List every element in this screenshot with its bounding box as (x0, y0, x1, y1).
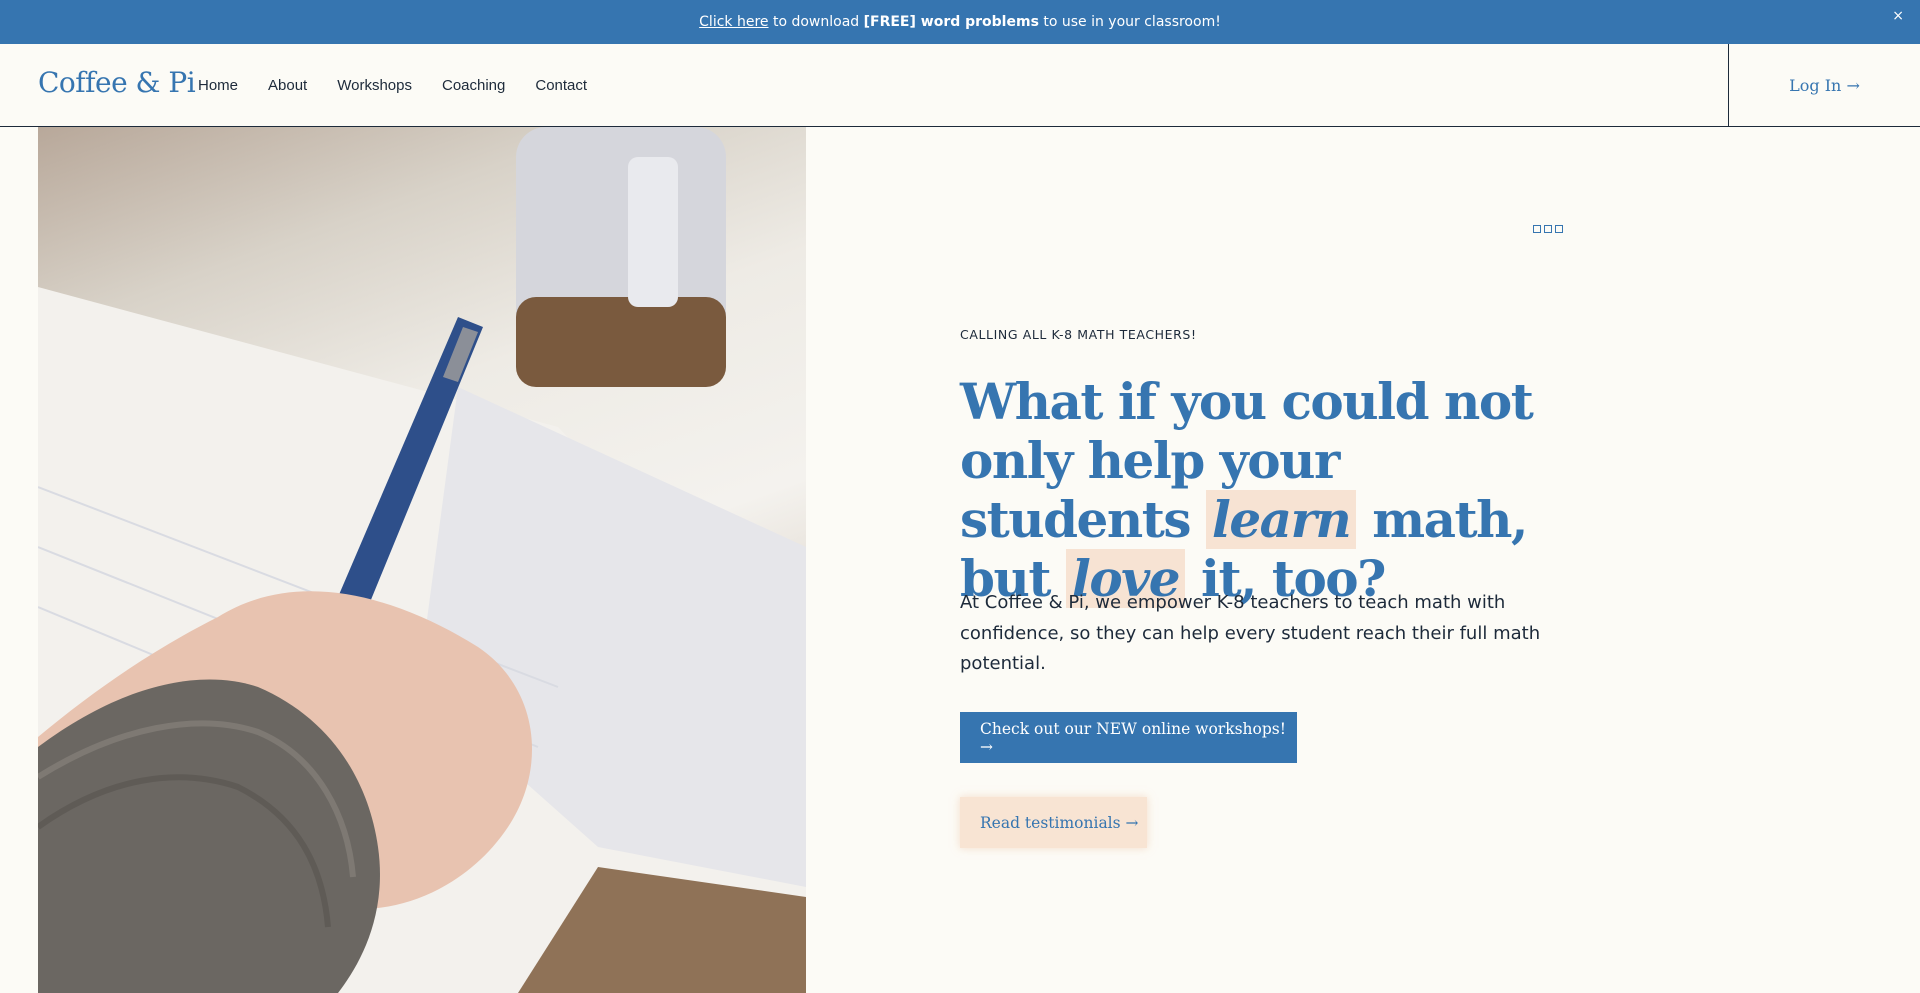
login-link[interactable]: Log In → (1789, 76, 1860, 95)
decorative-squares-icon (1533, 225, 1563, 233)
nav-item-home[interactable]: Home (198, 77, 238, 94)
site-logo[interactable]: Coffee & Pi (38, 66, 196, 99)
testimonials-button[interactable]: Read testimonials → (960, 797, 1147, 848)
announcement-text-after: to use in your classroom! (1038, 14, 1221, 30)
announcement-bold: [FREE] word problems (863, 14, 1039, 30)
hero-description: At Coffee & Pi, we empower K-8 teachers … (960, 592, 1541, 674)
main-nav: Home About Workshops Coaching Contact (198, 77, 587, 94)
announcement-link[interactable]: Click here (699, 14, 768, 30)
square-icon (1555, 225, 1563, 233)
hero-headline: What if you could not only help your stu… (960, 372, 1580, 608)
site-header: Coffee & Pi Home About Workshops Coachin… (0, 44, 1920, 127)
square-icon (1533, 225, 1541, 233)
announcement-text-before: to download (768, 14, 864, 30)
headline-emphasis-learn: learn (1205, 490, 1357, 549)
nav-item-contact[interactable]: Contact (535, 77, 587, 94)
close-icon[interactable]: × (1892, 8, 1904, 24)
workshops-button[interactable]: Check out our NEW online workshops! → (960, 712, 1297, 763)
nav-item-workshops[interactable]: Workshops (337, 77, 412, 94)
nav-item-coaching[interactable]: Coaching (442, 77, 505, 94)
hero-image (38, 127, 806, 993)
nav-item-about[interactable]: About (268, 77, 307, 94)
login-container: Log In → (1728, 44, 1920, 126)
hero-illustration (38, 127, 806, 993)
hero-eyebrow: CALLING ALL K-8 MATH TEACHERS! (960, 327, 1197, 342)
announcement-bar: Click here to download [FREE] word probl… (0, 0, 1920, 44)
announcement-text: Click here to download [FREE] word probl… (699, 14, 1221, 30)
square-icon (1544, 225, 1552, 233)
